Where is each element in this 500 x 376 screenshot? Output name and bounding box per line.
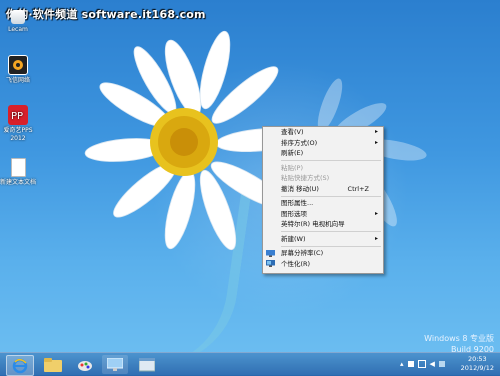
menu-item-screen-resolution[interactable]: 屏幕分辨率(C) bbox=[263, 248, 383, 259]
menu-item-sort-by[interactable]: 排序方式(O) ▸ bbox=[263, 138, 383, 149]
desktop-context-menu: 查看(V) ▸ 排序方式(O) ▸ 刷新(E) 粘贴(P) 粘贴快捷方式(S) 撤消… bbox=[262, 126, 384, 274]
menu-item-label: 个性化(R) bbox=[281, 259, 311, 268]
windows-edition: Windows 8 专业版 bbox=[424, 334, 494, 343]
taskbar-button-app-window[interactable] bbox=[134, 355, 160, 374]
taskbar-button-file-explorer[interactable] bbox=[40, 355, 66, 374]
menu-item-label: 粘贴快捷方式(S) bbox=[281, 174, 330, 182]
menu-separator bbox=[281, 195, 381, 197]
file-explorer-icon bbox=[44, 357, 62, 372]
submenu-arrow-icon: ▸ bbox=[374, 234, 378, 242]
text-document-icon bbox=[10, 158, 26, 177]
menu-item-view[interactable]: 查看(V) ▸ bbox=[263, 127, 383, 138]
menu-item-new[interactable]: 新建(W) ▸ bbox=[263, 234, 383, 245]
lecam-icon bbox=[11, 10, 25, 24]
desktop-icon-label: 爱奇艺PPS 2012 bbox=[3, 127, 33, 142]
desktop-icon-label: 飞信网络 bbox=[5, 77, 30, 84]
submenu-arrow-icon: ▸ bbox=[374, 138, 378, 146]
video-app-icon: PP bbox=[8, 105, 28, 125]
flag-icon[interactable] bbox=[407, 361, 414, 367]
submenu-arrow-icon: ▸ bbox=[374, 128, 378, 135]
menu-item-refresh[interactable]: 刷新(E) bbox=[263, 148, 383, 159]
menu-item-label: 新建(W) bbox=[281, 234, 306, 243]
personalize-icon bbox=[266, 260, 275, 267]
ie-icon bbox=[12, 358, 28, 373]
menu-item-label: 刷新(E) bbox=[281, 149, 304, 157]
menu-item-paste-shortcut[interactable]: 粘贴快捷方式(S) bbox=[263, 173, 383, 184]
taskbar-clock[interactable]: 20:53 2012/9/12 bbox=[461, 355, 494, 373]
menu-item-label: 粘贴(P) bbox=[281, 163, 303, 172]
app-window-icon bbox=[139, 357, 155, 371]
desktop-icon-video-app[interactable]: PP 爱奇艺PPS 2012 bbox=[0, 105, 36, 143]
menu-item-label: 屏幕分辨率(C) bbox=[281, 249, 324, 257]
desktop-icon-label: 新建文本文档 bbox=[0, 179, 37, 186]
desktop-icon-lecam[interactable]: Lecam bbox=[0, 10, 36, 34]
menu-separator bbox=[281, 245, 381, 247]
menu-item-personalize[interactable]: 个性化(R) bbox=[263, 259, 383, 270]
tray-expand-icon[interactable]: ▴ bbox=[400, 360, 404, 368]
menu-item-undo-move[interactable]: 撤消 移动(U) Ctrl+Z bbox=[263, 184, 383, 195]
daisy-flower-image bbox=[84, 30, 427, 251]
app-icon bbox=[8, 55, 28, 75]
submenu-arrow-icon: ▸ bbox=[374, 209, 378, 217]
menu-item-label: 图形选项 bbox=[281, 209, 307, 218]
menu-item-label: 图形属性... bbox=[281, 199, 314, 207]
menu-item-graphics-options[interactable]: 图形选项 ▸ bbox=[263, 209, 383, 220]
menu-item-label: 排序方式(O) bbox=[281, 138, 318, 147]
taskbar: ▴ ◀ 20:53 2012/9/12 bbox=[0, 352, 500, 376]
desktop-icon-app[interactable]: 飞信网络 bbox=[0, 55, 36, 85]
menu-separator bbox=[281, 231, 381, 232]
menu-item-label: 英特尔(R) 电视机向导 bbox=[281, 220, 345, 228]
menu-item-shortcut: Ctrl+Z bbox=[347, 184, 369, 193]
menu-item-paste[interactable]: 粘贴(P) bbox=[263, 163, 383, 174]
taskbar-button-ie[interactable] bbox=[6, 355, 34, 376]
system-tray: ▴ ◀ bbox=[400, 357, 449, 371]
remote-desktop-icon bbox=[107, 357, 123, 371]
svg-text:PP: PP bbox=[11, 111, 23, 122]
taskbar-button-remote-desktop[interactable] bbox=[102, 355, 128, 374]
taskbar-button-paint[interactable] bbox=[72, 355, 98, 374]
volume-icon[interactable]: ◀ bbox=[430, 360, 435, 368]
clock-date: 2012/9/12 bbox=[460, 364, 494, 372]
keyboard-icon[interactable] bbox=[438, 361, 445, 367]
desktop-wallpaper bbox=[0, 0, 500, 352]
desktop-icon-text-document[interactable]: 新建文本文档 bbox=[0, 158, 36, 187]
display-icon bbox=[266, 249, 275, 257]
desktop-icon-label: Lecam bbox=[8, 26, 28, 33]
menu-item-intel-tv-wizard[interactable]: 英特尔(R) 电视机向导 bbox=[263, 219, 383, 230]
network-icon[interactable] bbox=[417, 360, 426, 368]
menu-separator bbox=[281, 160, 381, 161]
menu-item-label: 撤消 移动(U) bbox=[281, 184, 319, 193]
paint-icon bbox=[78, 360, 92, 371]
menu-item-label: 查看(V) bbox=[281, 128, 304, 136]
menu-item-graphics-properties[interactable]: 图形属性... bbox=[263, 198, 383, 209]
clock-time: 20:53 bbox=[467, 355, 487, 363]
